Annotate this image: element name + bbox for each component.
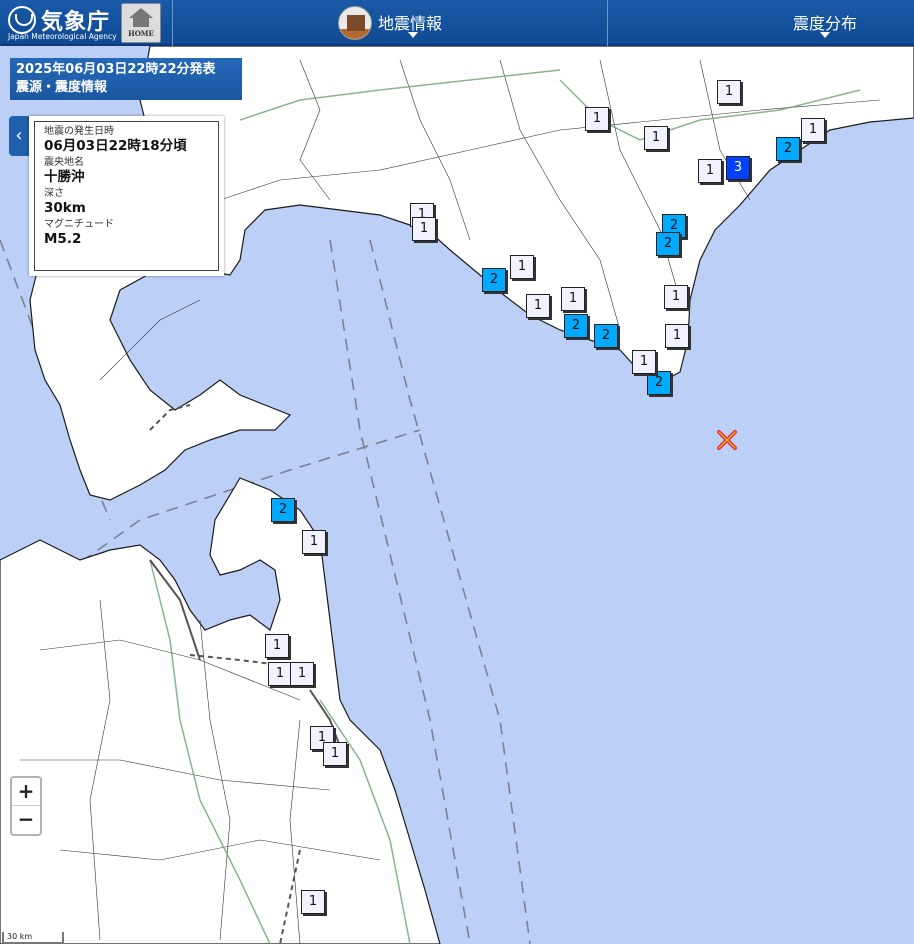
scale-bar: 30 km (2, 932, 64, 944)
station-intensity-marker[interactable]: 1 (644, 126, 668, 150)
station-intensity-marker[interactable]: 1 (301, 890, 325, 914)
occurred-label: 地震の発生日時 (44, 126, 114, 137)
station-intensity-marker[interactable]: 3 (726, 156, 750, 180)
region-value: 十勝沖 (44, 169, 85, 185)
zoom-control: + − (10, 776, 42, 836)
intensity-distribution-label: 震度分布 (793, 14, 858, 33)
earthquake-info-menu[interactable]: 地震情報 (173, 0, 607, 46)
agency-name-en: Japan Meteorological Agency (8, 32, 117, 41)
depth-label: 深さ (44, 188, 64, 199)
depth-value: 30km (44, 200, 86, 216)
chevron-down-icon (820, 32, 830, 38)
station-intensity-marker[interactable]: 1 (585, 107, 609, 131)
jma-logo-mark-icon (8, 6, 36, 34)
station-intensity-marker[interactable]: 2 (647, 371, 671, 395)
collapse-panel-button[interactable]: ‹ (9, 116, 29, 156)
earthquake-info-label: 地震情報 (378, 14, 443, 33)
station-intensity-marker[interactable]: 2 (564, 314, 588, 338)
home-icon (129, 8, 153, 18)
occurred-value: 06月03日22時18分頃 (44, 138, 187, 154)
station-intensity-marker[interactable]: 1 (302, 530, 326, 554)
region-label: 震央地名 (44, 157, 84, 168)
station-intensity-marker[interactable]: 1 (665, 324, 689, 348)
zoom-out-button[interactable]: − (12, 806, 40, 834)
station-intensity-marker[interactable]: 2 (656, 232, 680, 256)
chevron-down-icon (408, 32, 418, 38)
station-intensity-marker[interactable]: 2 (482, 268, 506, 292)
station-intensity-marker[interactable]: 2 (776, 137, 800, 161)
station-intensity-marker[interactable]: 1 (632, 350, 656, 374)
station-intensity-marker[interactable]: 1 (526, 294, 550, 318)
intensity-distribution-menu[interactable]: 震度分布 (608, 0, 914, 46)
station-intensity-marker[interactable]: 1 (412, 217, 436, 241)
chevron-left-icon: ‹ (15, 125, 23, 146)
station-intensity-marker[interactable]: 1 (323, 742, 347, 766)
station-intensity-marker[interactable]: 1 (664, 285, 688, 309)
station-intensity-marker[interactable]: 1 (801, 118, 825, 142)
jma-logo[interactable]: 気象庁 Japan Meteorological Agency (8, 4, 117, 42)
station-intensity-marker[interactable]: 2 (594, 324, 618, 348)
issue-banner: 2025年06月03日22時22分発表 震源・震度情報 (10, 58, 242, 100)
info-type: 震源・震度情報 (16, 80, 108, 95)
station-intensity-marker[interactable]: 1 (290, 662, 314, 686)
magnitude-value: M5.2 (44, 231, 82, 247)
station-intensity-marker[interactable]: 1 (717, 80, 741, 104)
station-intensity-marker[interactable]: 1 (698, 159, 722, 183)
home-label: HOME (128, 29, 154, 38)
magnitude-label: マグニチュード (44, 219, 114, 230)
top-navigation-bar: 気象庁 Japan Meteorological Agency HOME 地震情… (0, 0, 914, 46)
earthquake-icon (338, 6, 372, 40)
earthquake-info-panel: 地震の発生日時 06月03日22時18分頃 震央地名 十勝沖 深さ 30km マ… (29, 116, 224, 276)
home-button[interactable]: HOME (121, 3, 161, 43)
station-intensity-marker[interactable]: 1 (561, 287, 585, 311)
station-intensity-marker[interactable]: 1 (510, 255, 534, 279)
station-intensity-marker[interactable]: 1 (268, 662, 292, 686)
issue-datetime: 2025年06月03日22時22分発表 (16, 62, 216, 77)
station-intensity-marker[interactable]: 2 (271, 498, 295, 522)
zoom-in-button[interactable]: + (12, 778, 40, 806)
epicenter-x-icon (717, 430, 737, 450)
station-intensity-marker[interactable]: 1 (265, 634, 289, 658)
